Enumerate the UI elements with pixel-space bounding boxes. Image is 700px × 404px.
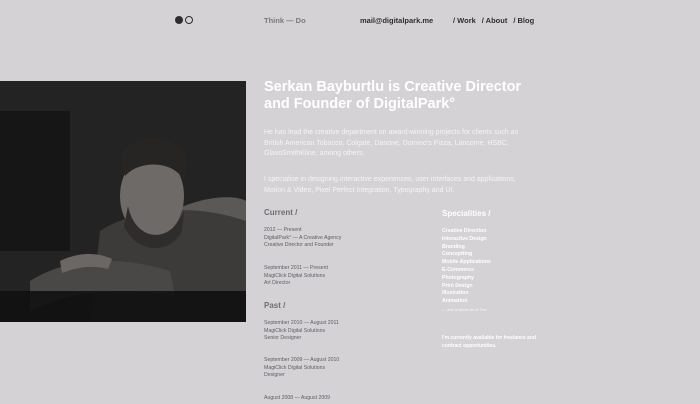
- entry-company: MagiClick Digital Solutions: [264, 327, 326, 334]
- current-title: Current /: [264, 208, 298, 217]
- headline-line-1: Serkan Bayburtlu is Creative Director: [264, 79, 522, 95]
- portrait-illustration: [0, 81, 246, 322]
- freelance-note: I'm currently available for freelance an…: [442, 335, 537, 349]
- speciality-item: E-Commerce: [442, 266, 475, 273]
- entry-role: Designer: [264, 372, 285, 379]
- current-entry-1: 2012 — Present DigitalPark° — A Creative…: [264, 227, 384, 250]
- entry-dates: 2012 — Present: [264, 227, 302, 233]
- speciality-item: Conceptting: [442, 251, 473, 258]
- specialities-title: Specialities /: [442, 209, 491, 218]
- past-entry-1: September 2010 — August 2011 MagiClick D…: [264, 320, 384, 343]
- past-entry-3: August 2008 — August 2009: [264, 395, 384, 403]
- tagline: Think — Do: [264, 16, 306, 25]
- nav-about-link[interactable]: / About: [482, 16, 508, 25]
- page-headline: Serkan Bayburtlu is Creative Director an…: [264, 79, 564, 113]
- entry-company: MagiClick Digital Solutions: [264, 364, 326, 371]
- entry-dates: August 2008 — August 2009: [264, 395, 331, 401]
- main-nav: / Work / About / Blog: [453, 16, 534, 25]
- entry-dates: September 2010 — August 2011: [264, 320, 339, 326]
- logo-filled-dot-icon: [175, 16, 183, 24]
- current-entry-2: September 2011 — Present MagiClick Digit…: [264, 265, 384, 288]
- speciality-item: Branding: [442, 243, 465, 250]
- entry-company: MagiClick Digital Solutions: [264, 272, 326, 279]
- email-link[interactable]: mail@digitalpark.me: [360, 16, 433, 25]
- speciality-item: Print Design: [442, 282, 473, 289]
- specialise-paragraph: I specialise in designing interactive ex…: [264, 176, 516, 194]
- nav-blog-link[interactable]: / Blog: [513, 16, 534, 25]
- past-title: Past /: [264, 301, 286, 310]
- speciality-item: Interactive Design: [442, 235, 487, 242]
- portrait-photo: [0, 81, 246, 322]
- speciality-item: Illustration: [442, 290, 469, 297]
- entry-dates: September 2009 — August 2010: [264, 357, 340, 363]
- speciality-note: — and a whole lot of Tea: [442, 306, 486, 312]
- entry-role: Creative Director and Founder: [264, 242, 334, 249]
- entry-company: DigitalPark° — A Creative Agency: [264, 234, 342, 241]
- headline-line-2: and Founder of DigitalPark°: [264, 96, 456, 112]
- entry-role: Senior Designer: [264, 335, 302, 342]
- speciality-item: Photography: [442, 274, 474, 281]
- specialities-list: Creative Direction Interactive Design Br…: [442, 228, 491, 314]
- logo-ring-dot-icon: [185, 16, 193, 24]
- entry-dates: September 2011 — Present: [264, 265, 328, 271]
- nav-work-link[interactable]: / Work: [453, 16, 476, 25]
- entry-role: Art Director: [264, 280, 291, 287]
- speciality-item: Mobile Applications: [442, 259, 491, 266]
- intro-paragraph: He has lead the creative department on a…: [264, 129, 519, 157]
- speciality-item: Creative Direction: [442, 228, 487, 234]
- site-logo[interactable]: [175, 16, 193, 24]
- past-entry-2: September 2009 — August 2010 MagiClick D…: [264, 357, 384, 380]
- speciality-item: Animation: [442, 298, 468, 305]
